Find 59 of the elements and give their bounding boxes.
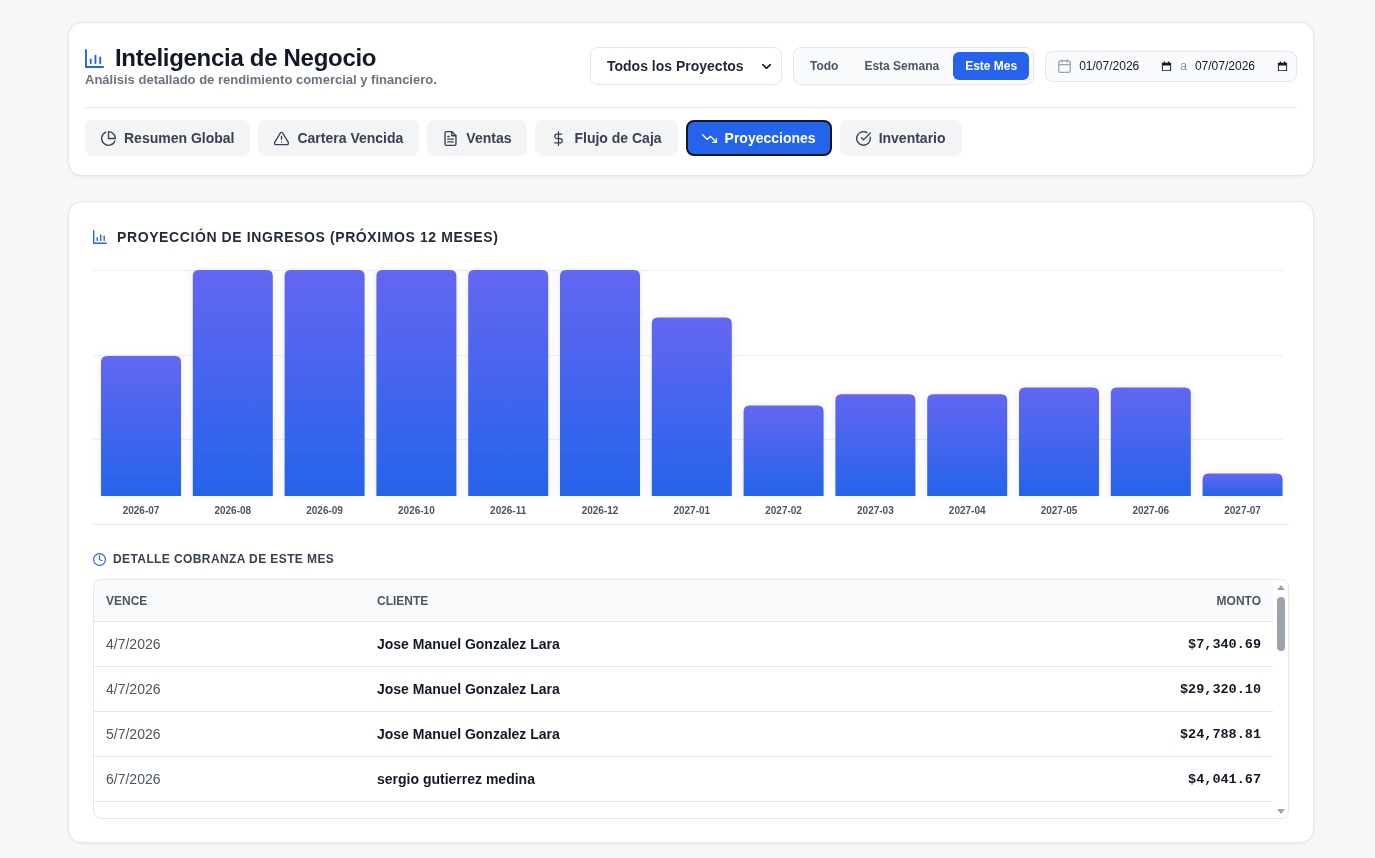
bar-chart-icon [93, 230, 107, 244]
date-input[interactable]: 01/07/2026 [1079, 57, 1173, 75]
bar-chart-icon [85, 48, 104, 68]
axis-label: 2027-04 [948, 505, 986, 516]
axis-label: 2026-07 [122, 505, 160, 516]
period-option[interactable]: Este Mes [953, 52, 1030, 80]
due-date-cell-text: 5/7/2026 [105, 726, 162, 742]
tab[interactable]: Resumen Global [85, 120, 251, 156]
document-icon [443, 130, 459, 146]
axis-label: 2027-02 [765, 505, 802, 516]
axis-label: 2027-06 [1132, 505, 1170, 516]
column-header: VENCE [105, 593, 149, 608]
page-title: Inteligencia de Negocio [115, 44, 377, 72]
client-cell-text: sergio gutierrez medina [376, 771, 536, 787]
scroll-up-icon[interactable] [1276, 585, 1285, 590]
section-title: DETALLE COBRANZA DE ESTE MES [113, 552, 335, 566]
amount-cell-text: $29,320.10 [1179, 681, 1262, 697]
date-picker-icon[interactable] [1161, 60, 1173, 72]
date-input[interactable]: 07/07/2026 [1194, 57, 1288, 75]
clock-icon [93, 552, 106, 566]
tab[interactable]: Cartera Vencida [258, 120, 420, 156]
client-cell-text: Jose Manuel Gonzalez Lara [376, 726, 561, 742]
scroll-down-icon[interactable] [1276, 809, 1285, 814]
chevron-down-icon [762, 63, 771, 69]
axis-label: 2026-09 [306, 505, 343, 516]
axis-label: 2027-01 [673, 505, 711, 516]
date-separator: a [1180, 59, 1187, 73]
scrollbar-thumb[interactable] [1276, 597, 1285, 651]
axis-label: 2026-12 [581, 505, 619, 516]
amount-cell-text: $7,340.69 [1187, 636, 1262, 652]
axis-label: 2027-05 [1040, 505, 1078, 516]
pie-chart-icon [101, 130, 116, 146]
date-picker-icon[interactable] [1277, 60, 1288, 72]
project-select[interactable]: Todos los Proyectos [590, 47, 782, 85]
column-header: CLIENTE [376, 593, 430, 608]
axis-label: 2026-08 [214, 505, 252, 516]
period-option[interactable]: Esta Semana [852, 52, 952, 80]
axis-label: 2026-10 [398, 505, 435, 516]
calendar-icon [1058, 59, 1072, 73]
due-date-cell-text: 6/7/2026 [105, 771, 162, 787]
check-circle-icon [855, 130, 871, 146]
warning-icon [274, 130, 290, 146]
tab[interactable]: Inventario [839, 120, 962, 156]
period-option[interactable]: Todo [798, 52, 851, 80]
due-date-cell-text: 4/7/2026 [105, 636, 162, 652]
client-cell-text: Jose Manuel Gonzalez Lara [376, 681, 561, 697]
axis-label: 2027-07 [1224, 505, 1261, 516]
page-subtitle: Análisis detallado de rendimiento comercial y financiero. [85, 72, 437, 88]
client-cell-text: Jose Manuel Gonzalez Lara [376, 636, 561, 652]
chart-title: PROYECCIÓN DE INGRESOS (PRÓXIMOS 12 MESES) [117, 229, 499, 245]
axis-label: 2026-11 [490, 505, 527, 516]
axis-label: 2027-03 [857, 505, 894, 516]
amount-cell-text: $24,788.81 [1179, 726, 1262, 742]
tab[interactable]: Flujo de Caja [535, 120, 678, 156]
tab[interactable]: Proyecciones [685, 120, 832, 156]
due-date-cell-text: 4/7/2026 [105, 681, 162, 697]
amount-cell-text: $4,041.67 [1187, 771, 1262, 787]
column-header: MONTO [1215, 593, 1262, 608]
tab[interactable]: Ventas [427, 120, 528, 156]
